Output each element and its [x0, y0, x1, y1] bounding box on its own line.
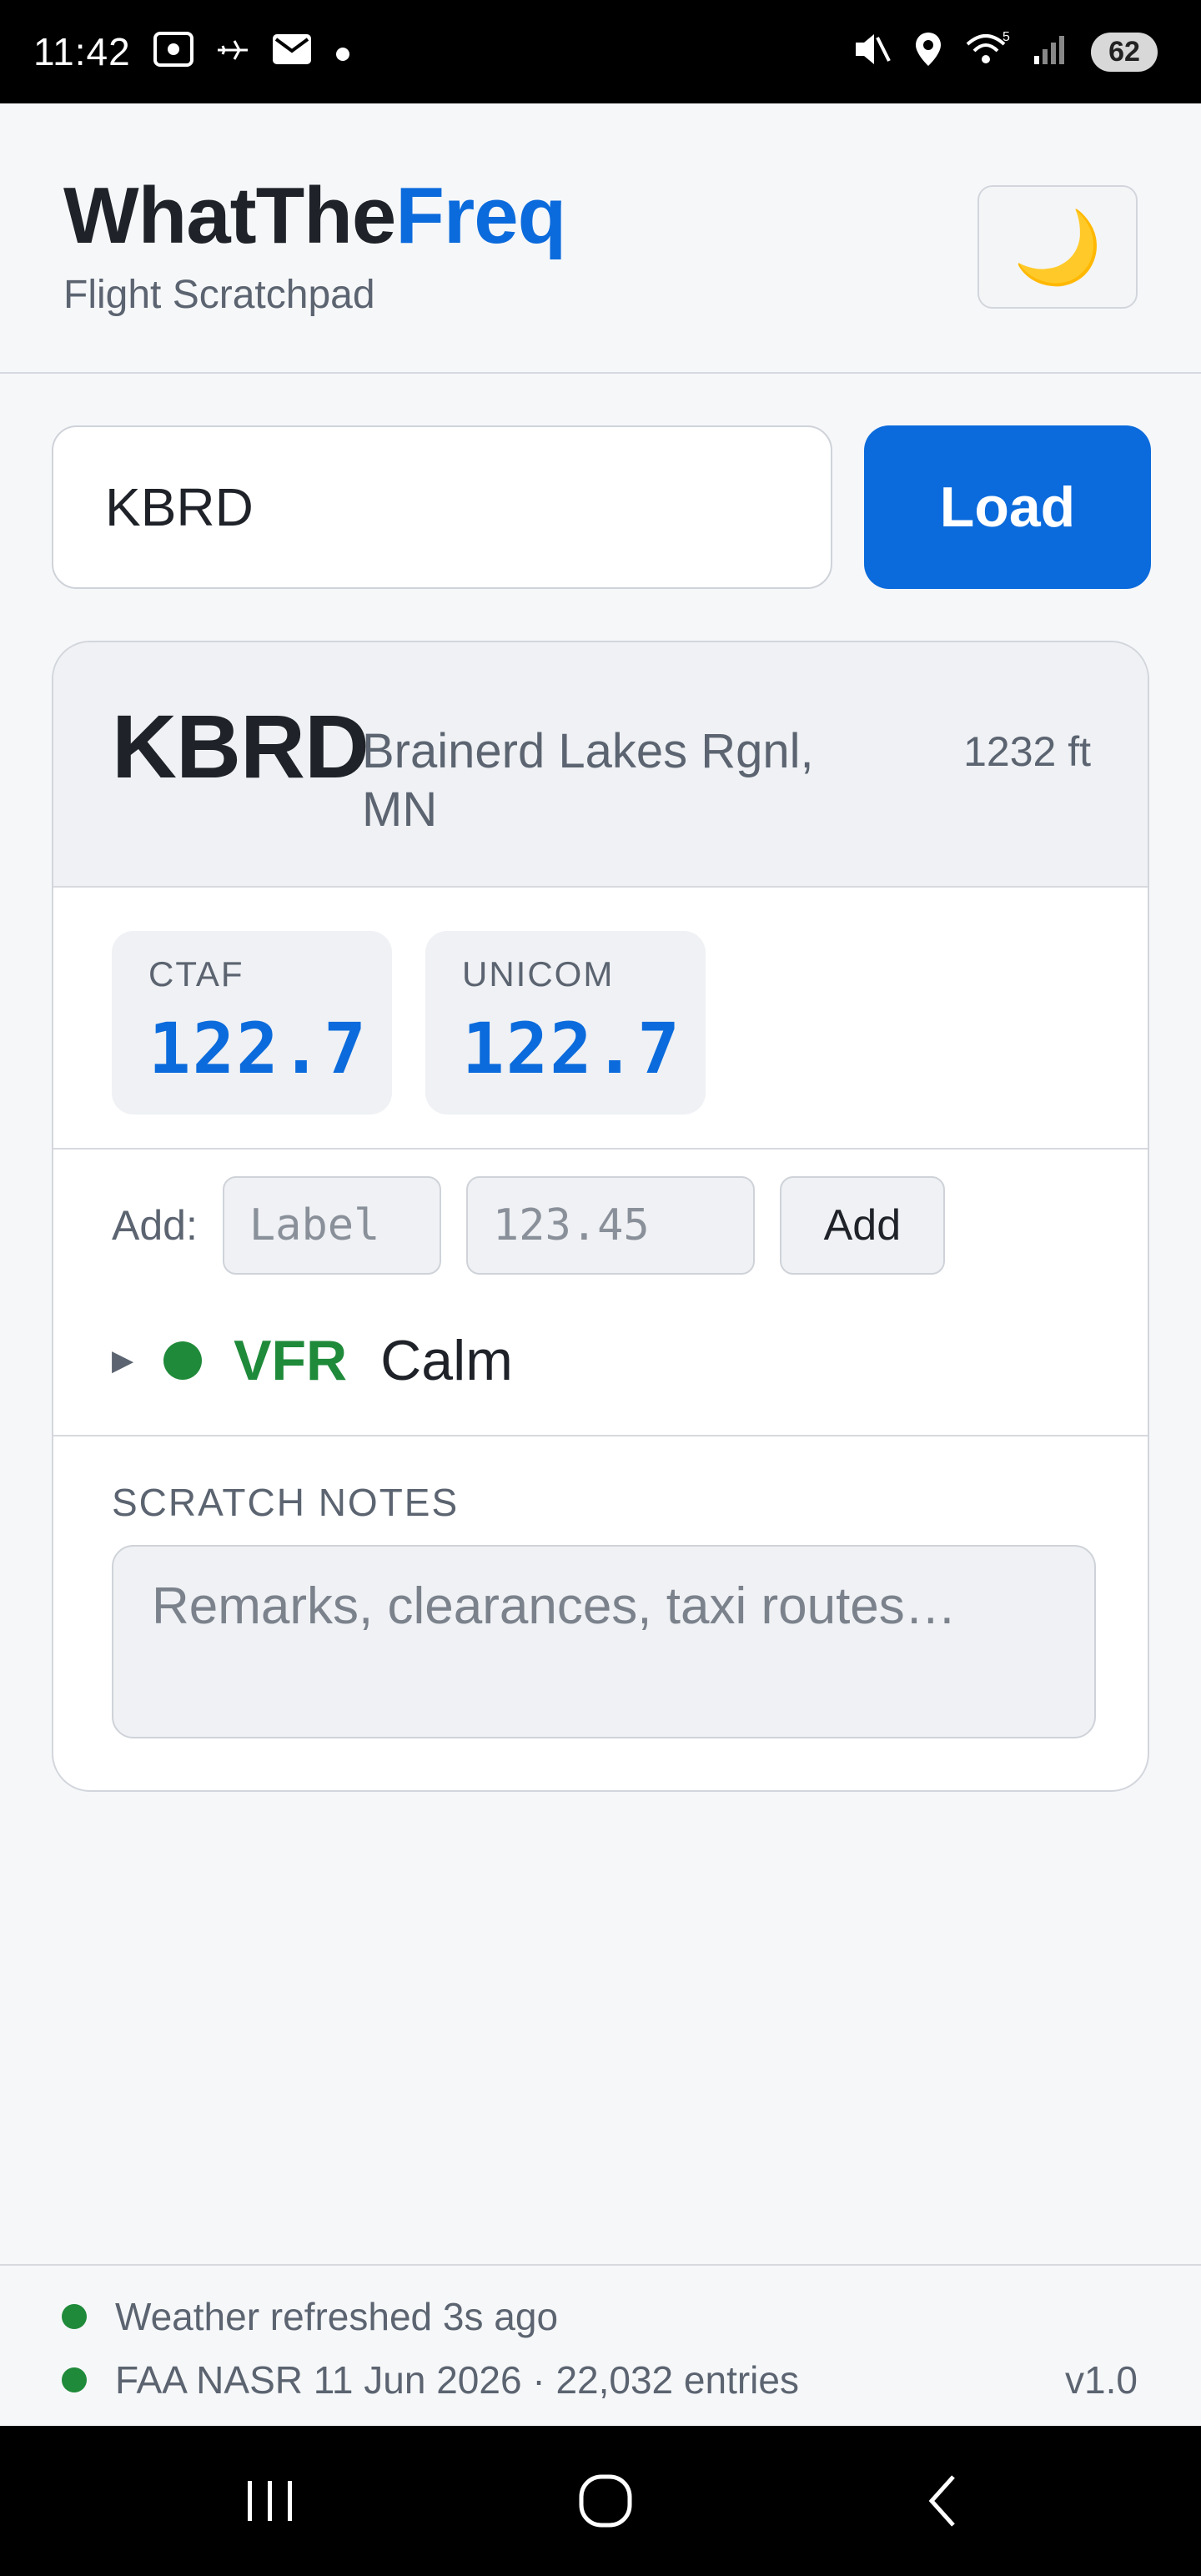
database-status: FAA NASR 11 Jun 2026 · 22,032 entries: [62, 2357, 799, 2402]
expand-triangle-icon: ▶: [112, 1345, 134, 1376]
wifi-icon: 5: [964, 30, 1011, 73]
airport-elevation: 1232 ft: [963, 728, 1091, 775]
add-frequency-button[interactable]: Add: [779, 1176, 945, 1275]
database-status-text: FAA NASR 11 Jun 2026 · 22,032 entries: [115, 2358, 799, 2402]
theme-toggle-button[interactable]: 🌙: [977, 185, 1138, 309]
wind-condition: Calm: [380, 1329, 513, 1392]
weather-refresh-text: Weather refreshed 3s ago: [115, 2295, 559, 2338]
weather-summary-toggle[interactable]: ▶ VFR Calm: [112, 1328, 513, 1393]
svg-text:5: 5: [1003, 31, 1010, 44]
status-bar: 11:42 5 62: [0, 0, 1201, 103]
screenshot-icon: [153, 31, 194, 73]
frequency-label: UNICOM: [462, 954, 615, 994]
recent-apps-icon[interactable]: [220, 2459, 320, 2543]
status-dot-icon: [62, 2304, 87, 2329]
frequency-chip-unicom[interactable]: UNICOM 122.7: [425, 931, 706, 1114]
back-icon[interactable]: [892, 2459, 992, 2543]
airport-search-input[interactable]: [52, 425, 832, 589]
location-icon: [914, 31, 942, 73]
add-label: Add:: [112, 1202, 198, 1249]
dot-icon: [334, 35, 351, 68]
flight-category: VFR: [234, 1329, 348, 1392]
frequency-label-input[interactable]: [222, 1176, 441, 1275]
divider: [53, 1435, 1148, 1436]
status-dot-icon: [62, 2367, 87, 2392]
airport-card-header: KBRD Brainerd Lakes Rgnl, MN 1232 ft: [53, 642, 1148, 888]
signal-icon: [1033, 33, 1069, 72]
frequency-list: CTAF 122.7 UNICOM 122.7: [112, 931, 706, 1114]
moon-icon: 🌙: [1013, 207, 1103, 288]
app-version: v1.0: [1065, 2358, 1138, 2402]
airplane-icon: [216, 35, 249, 68]
status-bar-left: 11:42: [33, 29, 351, 74]
frequency-label: CTAF: [148, 954, 244, 994]
divider: [53, 1148, 1148, 1150]
airport-name: Brainerd Lakes Rgnl, MN: [362, 724, 814, 837]
status-footer: Weather refreshed 3s ago FAA NASR 11 Jun…: [0, 2264, 1201, 2426]
airport-card: KBRD Brainerd Lakes Rgnl, MN 1232 ft CTA…: [52, 641, 1149, 1792]
battery-icon: 62: [1091, 32, 1158, 72]
app-title-part1: WhatThe: [63, 171, 396, 260]
add-frequency-row: Add: Add: [112, 1176, 945, 1275]
app-header: WhatTheFreq Flight Scratchpad 🌙: [0, 103, 1201, 374]
mute-icon: [852, 31, 892, 73]
app-title-part2: Freq: [395, 171, 566, 260]
weather-refresh-status: Weather refreshed 3s ago: [62, 2294, 558, 2339]
scratch-notes-textarea[interactable]: [112, 1545, 1096, 1738]
status-bar-right: 5 62: [852, 30, 1158, 73]
load-button[interactable]: Load: [864, 425, 1151, 589]
system-nav-bar: [0, 2426, 1201, 2576]
home-icon[interactable]: [555, 2459, 656, 2543]
status-time: 11:42: [33, 30, 131, 73]
airport-ident: KBRD: [112, 696, 369, 797]
frequency-value: 122.7: [148, 1008, 368, 1089]
frequency-value-input[interactable]: [465, 1176, 755, 1275]
frequency-chip-ctaf[interactable]: CTAF 122.7: [112, 931, 392, 1114]
flight-category-dot-icon: [163, 1341, 203, 1380]
app-title: WhatTheFreq: [63, 170, 566, 262]
app-tagline: Flight Scratchpad: [63, 273, 375, 317]
mail-icon: [271, 33, 313, 72]
frequency-value: 122.7: [462, 1008, 681, 1089]
scratch-notes-label: SCRATCH NOTES: [112, 1481, 460, 1524]
